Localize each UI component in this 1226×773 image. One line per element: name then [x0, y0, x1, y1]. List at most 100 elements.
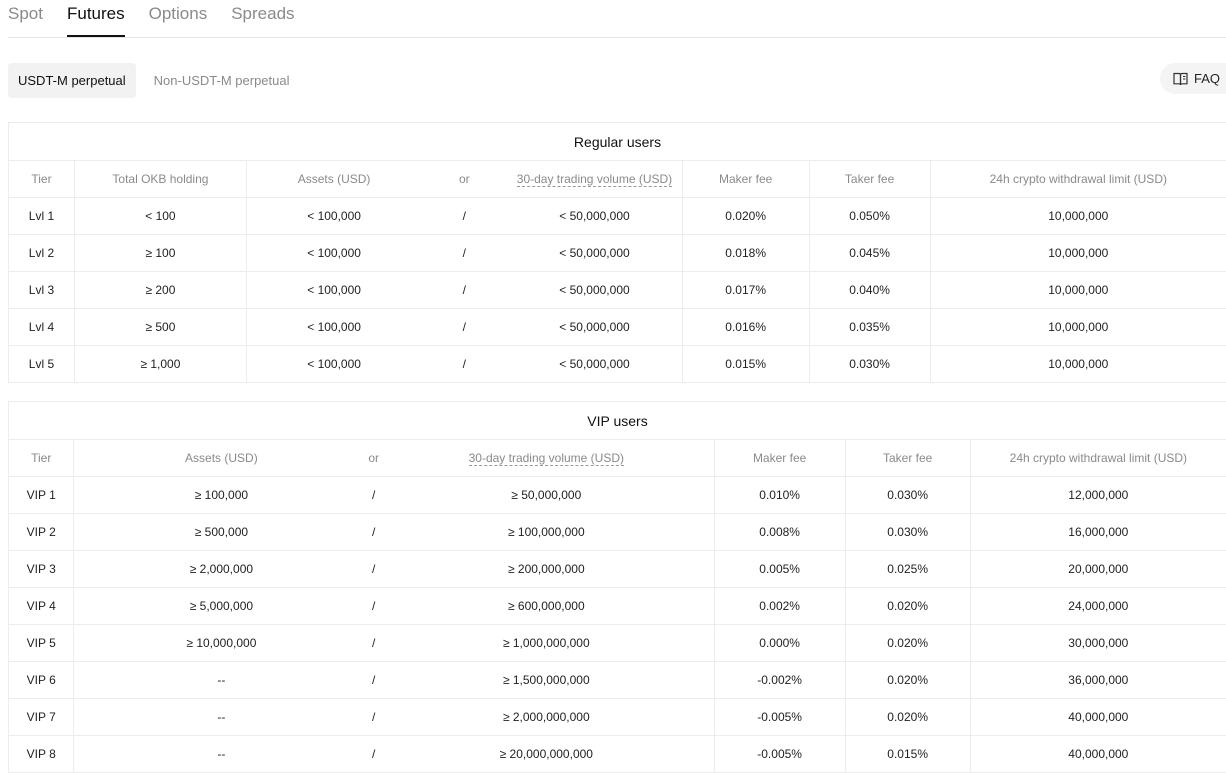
table-row: VIP 4 ≥ 5,000,000 / ≥ 600,000,000 0.002%…: [9, 588, 1226, 625]
withdrawal-cell: 30,000,000: [970, 625, 1226, 662]
table-row: Lvl 5 ≥ 1,000 < 100,000 / < 50,000,000 0…: [9, 346, 1226, 383]
col-taker-fee: Taker fee: [845, 440, 970, 477]
assets-cell: < 100,000: [246, 272, 421, 309]
taker-fee-cell: 0.030%: [845, 514, 970, 551]
volume-cell: ≥ 50,000,000: [379, 477, 714, 514]
table-row: VIP 2 ≥ 500,000 / ≥ 100,000,000 0.008% 0…: [9, 514, 1226, 551]
contract-subtabs: USDT-M perpetual Non-USDT-M perpetual: [8, 63, 299, 98]
withdrawal-cell: 10,000,000: [930, 272, 1226, 309]
tab-options[interactable]: Options: [149, 0, 208, 32]
taker-fee-cell: 0.020%: [845, 588, 970, 625]
maker-fee-cell: 0.000%: [714, 625, 845, 662]
or-cell: /: [421, 346, 507, 383]
tab-spreads[interactable]: Spreads: [231, 0, 294, 32]
maker-fee-cell: 0.018%: [682, 235, 809, 272]
tier-cell: Lvl 3: [9, 272, 75, 309]
regular-header-row: Tier Total OKB holding Assets (USD) or 3…: [9, 161, 1226, 198]
faq-button[interactable]: FAQ: [1160, 63, 1226, 94]
tier-cell: Lvl 1: [9, 198, 75, 235]
col-trading-volume[interactable]: 30-day trading volume (USD): [379, 440, 714, 477]
volume-cell: < 50,000,000: [507, 198, 682, 235]
taker-fee-cell: 0.040%: [809, 272, 930, 309]
okb-cell: ≥ 200: [74, 272, 246, 309]
col-maker-fee: Maker fee: [714, 440, 845, 477]
volume-cell: ≥ 1,000,000,000: [379, 625, 714, 662]
table-row: VIP 7 -- / ≥ 2,000,000,000 -0.005% 0.020…: [9, 699, 1226, 736]
col-assets: Assets (USD): [74, 440, 368, 477]
col-withdrawal-limit: 24h crypto withdrawal limit (USD): [930, 161, 1226, 198]
withdrawal-cell: 12,000,000: [970, 477, 1226, 514]
assets-cell: --: [74, 662, 368, 699]
maker-fee-cell: 0.016%: [682, 309, 809, 346]
maker-fee-cell: 0.005%: [714, 551, 845, 588]
col-maker-fee: Maker fee: [682, 161, 809, 198]
withdrawal-cell: 16,000,000: [970, 514, 1226, 551]
col-assets: Assets (USD): [246, 161, 421, 198]
table-row: Lvl 2 ≥ 100 < 100,000 / < 50,000,000 0.0…: [9, 235, 1226, 272]
subtab-non-usdt-m-perpetual[interactable]: Non-USDT-M perpetual: [144, 63, 300, 98]
col-tier: Tier: [9, 161, 75, 198]
assets-cell: ≥ 10,000,000: [74, 625, 368, 662]
withdrawal-cell: 40,000,000: [970, 699, 1226, 736]
table-row: Lvl 4 ≥ 500 < 100,000 / < 50,000,000 0.0…: [9, 309, 1226, 346]
tab-futures[interactable]: Futures: [67, 0, 125, 32]
taker-fee-cell: 0.025%: [845, 551, 970, 588]
volume-cell: ≥ 600,000,000: [379, 588, 714, 625]
okb-cell: ≥ 100: [74, 235, 246, 272]
volume-cell: ≥ 200,000,000: [379, 551, 714, 588]
faq-label: FAQ: [1194, 71, 1220, 86]
regular-users-title: Regular users: [9, 123, 1226, 161]
maker-fee-cell: 0.010%: [714, 477, 845, 514]
taker-fee-cell: 0.050%: [809, 198, 930, 235]
assets-cell: < 100,000: [246, 235, 421, 272]
trading-volume-tooltip-label[interactable]: 30-day trading volume (USD): [469, 451, 624, 466]
volume-cell: ≥ 2,000,000,000: [379, 699, 714, 736]
volume-cell: < 50,000,000: [507, 346, 682, 383]
okb-cell: ≥ 1,000: [74, 346, 246, 383]
assets-cell: ≥ 5,000,000: [74, 588, 368, 625]
withdrawal-cell: 20,000,000: [970, 551, 1226, 588]
tier-cell: VIP 4: [9, 588, 74, 625]
table-row: VIP 1 ≥ 100,000 / ≥ 50,000,000 0.010% 0.…: [9, 477, 1226, 514]
maker-fee-cell: 0.017%: [682, 272, 809, 309]
taker-fee-cell: 0.030%: [845, 477, 970, 514]
or-cell: /: [368, 625, 379, 662]
withdrawal-cell: 10,000,000: [930, 309, 1226, 346]
table-row: VIP 3 ≥ 2,000,000 / ≥ 200,000,000 0.005%…: [9, 551, 1226, 588]
maker-fee-cell: 0.020%: [682, 198, 809, 235]
col-okb-holding: Total OKB holding: [74, 161, 246, 198]
or-cell: /: [368, 662, 379, 699]
vip-header-row: Tier Assets (USD) or 30-day trading volu…: [9, 440, 1226, 477]
tier-cell: VIP 1: [9, 477, 74, 514]
taker-fee-cell: 0.035%: [809, 309, 930, 346]
col-withdrawal-limit: 24h crypto withdrawal limit (USD): [970, 440, 1226, 477]
tier-cell: Lvl 5: [9, 346, 75, 383]
regular-users-table: Regular users Tier Total OKB holding Ass…: [8, 122, 1226, 383]
or-cell: /: [421, 309, 507, 346]
table-row: Lvl 3 ≥ 200 < 100,000 / < 50,000,000 0.0…: [9, 272, 1226, 309]
subtab-usdt-m-perpetual[interactable]: USDT-M perpetual: [8, 63, 136, 98]
vip-users-title: VIP users: [9, 402, 1226, 440]
volume-cell: < 50,000,000: [507, 272, 682, 309]
taker-fee-cell: 0.020%: [845, 662, 970, 699]
assets-cell: ≥ 2,000,000: [74, 551, 368, 588]
table-row: Lvl 1 < 100 < 100,000 / < 50,000,000 0.0…: [9, 198, 1226, 235]
product-tabs: Spot Futures Options Spreads: [8, 0, 1226, 38]
tier-cell: VIP 3: [9, 551, 74, 588]
col-or: or: [368, 440, 379, 477]
col-trading-volume[interactable]: 30-day trading volume (USD): [507, 161, 682, 198]
withdrawal-cell: 10,000,000: [930, 346, 1226, 383]
or-cell: /: [368, 477, 379, 514]
volume-cell: ≥ 1,500,000,000: [379, 662, 714, 699]
tab-spot[interactable]: Spot: [8, 0, 43, 32]
or-cell: /: [368, 588, 379, 625]
okb-cell: < 100: [74, 198, 246, 235]
col-or: or: [421, 161, 507, 198]
volume-cell: < 50,000,000: [507, 309, 682, 346]
col-tier: Tier: [9, 440, 74, 477]
or-cell: /: [368, 551, 379, 588]
tier-cell: VIP 7: [9, 699, 74, 736]
trading-volume-tooltip-label[interactable]: 30-day trading volume (USD): [517, 172, 672, 187]
tier-cell: Lvl 4: [9, 309, 75, 346]
tier-cell: Lvl 2: [9, 235, 75, 272]
